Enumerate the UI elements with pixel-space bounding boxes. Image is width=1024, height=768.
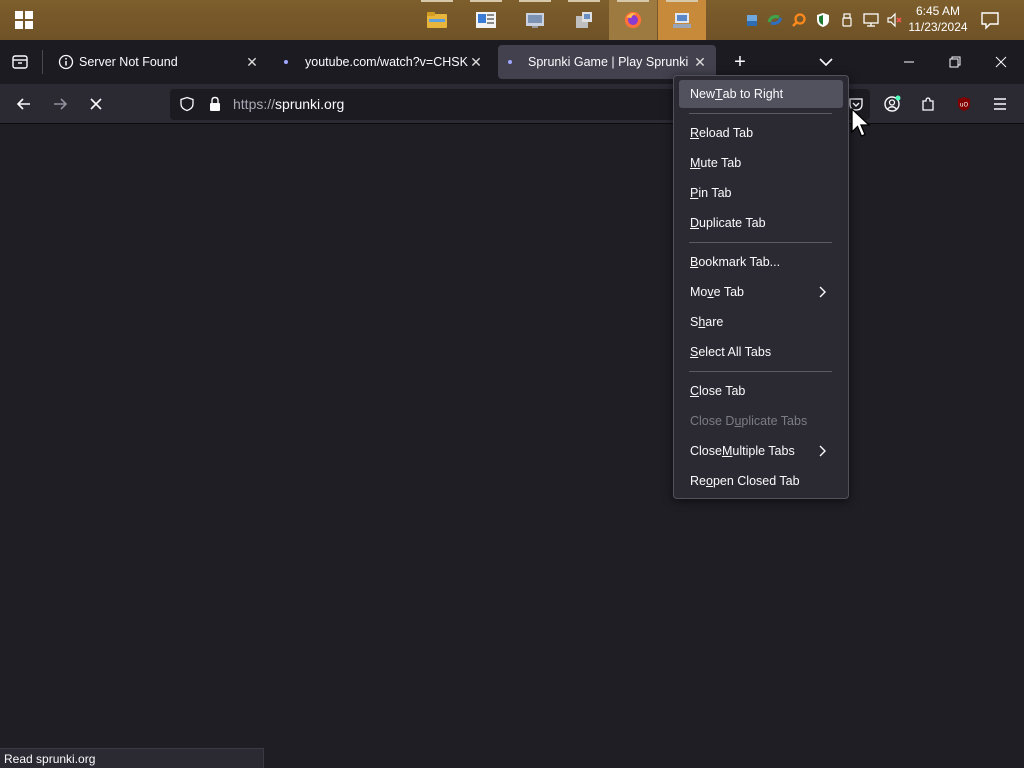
menu-item-duplicate-tab[interactable]: Duplicate Tab xyxy=(679,209,843,237)
firefox-view-button[interactable] xyxy=(4,48,36,76)
close-tab-icon[interactable]: ✕ xyxy=(468,54,484,70)
taskbar-clock[interactable]: 6:45 AM 11/23/2024 xyxy=(906,3,970,35)
list-all-tabs-button[interactable] xyxy=(811,48,841,76)
tray-search-icon[interactable] xyxy=(787,0,811,40)
minimize-button[interactable] xyxy=(886,40,932,84)
firefox-icon xyxy=(624,11,642,29)
account-button[interactable] xyxy=(876,88,908,120)
menu-separator xyxy=(689,113,832,114)
close-icon xyxy=(995,56,1007,68)
menu-item-pin-tab[interactable]: Pin Tab xyxy=(679,179,843,207)
taskbar-app-network-tool[interactable] xyxy=(658,0,706,40)
tab-title: youtube.com/watch?v=CHSKvB xyxy=(305,55,468,69)
control-panel-icon xyxy=(526,13,544,28)
lock-icon[interactable] xyxy=(206,95,224,113)
menu-item-move-tab[interactable]: Mo v e Tab xyxy=(679,278,843,306)
dot-icon xyxy=(508,60,512,64)
close-tab-icon[interactable]: ✕ xyxy=(692,54,708,70)
clock-time: 6:45 AM xyxy=(915,4,961,18)
page-content[interactable] xyxy=(0,125,1024,768)
tray-usb-icon[interactable] xyxy=(835,0,859,40)
taskbar-app-news[interactable] xyxy=(462,0,510,40)
clock-date: 11/23/2024 xyxy=(908,20,968,34)
tray-network-icon[interactable] xyxy=(859,0,883,40)
computer-icon xyxy=(576,12,592,28)
tray-sync-icon[interactable] xyxy=(763,0,787,40)
tab-title: Sprunki Game | Play Sprunki Inc xyxy=(528,55,692,69)
extensions-button[interactable] xyxy=(912,88,944,120)
dot-icon xyxy=(284,60,288,64)
restore-button[interactable] xyxy=(932,40,978,84)
info-icon xyxy=(58,54,74,70)
tab-server-not-found[interactable]: Server Not Found ✕ xyxy=(50,45,268,79)
ublock-origin-icon: uO xyxy=(958,97,970,111)
tray-battery-status-icon[interactable] xyxy=(740,0,764,40)
tab-youtube[interactable]: youtube.com/watch?v=CHSKvB ✕ xyxy=(274,45,492,79)
back-button[interactable] xyxy=(8,88,40,120)
close-tab-icon[interactable]: ✕ xyxy=(244,54,260,70)
taskbar-app-control-panel[interactable] xyxy=(511,0,559,40)
network-icon xyxy=(673,13,691,28)
tracking-protection-shield-icon[interactable] xyxy=(178,95,196,113)
stop-icon xyxy=(90,98,102,110)
menu-item-select-all-tabs[interactable]: Select All Tabs xyxy=(679,338,843,366)
account-icon xyxy=(884,95,901,112)
tab-sprunki[interactable]: Sprunki Game | Play Sprunki Inc ✕ xyxy=(498,45,716,79)
menu-item-share[interactable]: Sh are xyxy=(679,308,843,336)
ublock-origin-button[interactable]: uO xyxy=(948,88,980,120)
app-menu-button[interactable] xyxy=(984,88,1016,120)
menu-item-reload-tab[interactable]: Reload Tab xyxy=(679,119,843,147)
menu-separator xyxy=(689,242,832,243)
menu-item-close-duplicate-tabs: Close Du plicate Tabs xyxy=(690,414,808,428)
menu-item-reopen-closed-tab[interactable]: Re o pen Closed Tab xyxy=(679,467,843,495)
chevron-right-icon xyxy=(819,286,826,298)
mouse-cursor-icon xyxy=(851,108,871,137)
stop-loading-button[interactable] xyxy=(80,88,112,120)
folder-icon xyxy=(427,12,447,28)
news-icon xyxy=(476,12,496,28)
restore-icon xyxy=(949,56,961,68)
forward-button[interactable] xyxy=(44,88,76,120)
chevron-down-icon xyxy=(819,58,833,67)
arrow-right-icon xyxy=(54,98,68,110)
puzzle-icon xyxy=(922,97,934,111)
taskbar-app-firefox[interactable] xyxy=(609,0,657,40)
windows-logo-icon xyxy=(15,11,33,29)
arrow-left-icon xyxy=(16,98,30,110)
start-button[interactable] xyxy=(0,0,48,40)
tab-separator xyxy=(42,50,43,74)
svg-text:uO: uO xyxy=(960,102,969,109)
menu-item-close-tab[interactable]: Close Tab xyxy=(679,377,843,405)
status-panel: Read sprunki.org xyxy=(0,748,264,768)
menu-item-new-tab-to-right[interactable]: New Tab to Right xyxy=(679,80,843,108)
chevron-right-icon xyxy=(819,445,826,457)
taskbar-app-device-manager[interactable] xyxy=(560,0,608,40)
firefox-view-icon xyxy=(12,55,28,69)
hamburger-menu-icon xyxy=(994,98,1006,110)
new-tab-button[interactable]: + xyxy=(725,48,755,76)
url-text[interactable]: https://sprunki.org xyxy=(233,96,344,112)
tab-context-menu: New Tab to Right Reload Tab Mute Tab Pin… xyxy=(673,75,849,499)
close-window-button[interactable] xyxy=(978,40,1024,84)
tab-title: Server Not Found xyxy=(79,55,178,69)
tray-shield-icon[interactable] xyxy=(811,0,835,40)
menu-item-mute-tab[interactable]: Mute Tab xyxy=(679,149,843,177)
action-center-icon[interactable] xyxy=(980,10,1002,30)
minimize-icon xyxy=(904,61,914,63)
plus-icon: + xyxy=(734,50,746,73)
url-host: sprunki.org xyxy=(275,96,345,112)
tray-volume-muted-icon[interactable] xyxy=(883,0,907,40)
menu-separator xyxy=(689,371,832,372)
menu-item-bookmark-tab[interactable]: Bookmark Tab... xyxy=(679,248,843,276)
url-scheme: https:// xyxy=(233,96,276,112)
taskbar-app-file-explorer[interactable] xyxy=(413,0,461,40)
menu-item-close-multiple-tabs[interactable]: Close Multiple Tabs xyxy=(679,437,843,465)
